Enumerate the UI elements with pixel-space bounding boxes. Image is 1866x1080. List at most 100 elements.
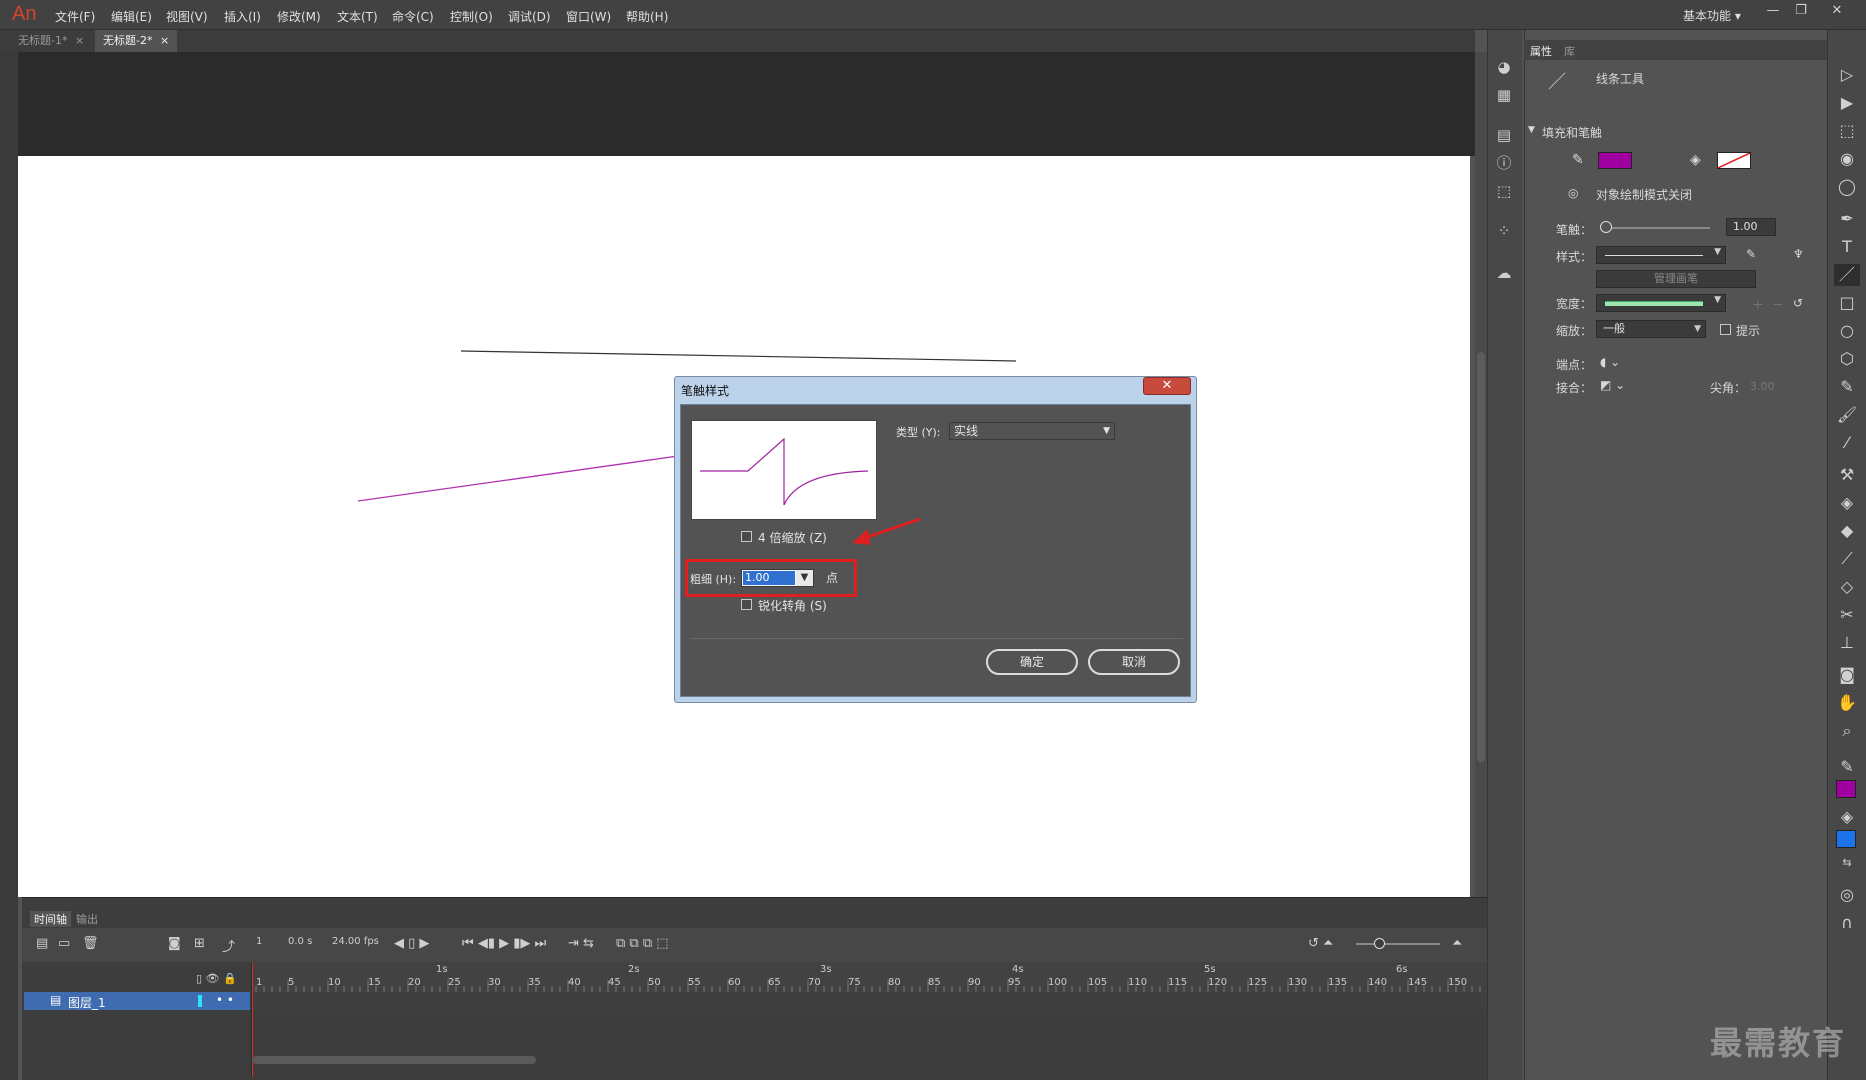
ink-bottle-icon[interactable]: ◆ [1834,520,1860,542]
eraser-icon[interactable]: ◇ [1834,576,1860,598]
brush-tool-icon[interactable]: ⁄ [1834,432,1860,454]
parent-view-icon[interactable]: ⊞ [194,936,205,951]
menu-window[interactable]: 窗口(W) [566,8,611,25]
snap-icon[interactable]: ◎ [1834,884,1860,906]
new-layer-icon[interactable]: ▤ [36,936,48,951]
3d-rotation-icon[interactable]: ◉ [1834,148,1860,170]
hand-tool-icon[interactable]: ✋ [1834,692,1860,714]
menu-modify[interactable]: 修改(M) [277,8,321,25]
hint-checkbox[interactable] [1720,324,1731,335]
polystar-tool-icon[interactable]: ⬡ [1834,348,1860,370]
cc-libraries-icon[interactable]: ☁ [1492,262,1516,284]
width-profile-select[interactable]: ▼ [1596,294,1726,312]
line-tool-icon[interactable]: ／ [1834,264,1860,286]
manage-brush-button[interactable]: 管理画笔 [1596,270,1756,288]
doc-tab-1[interactable]: 无标题-1* × [10,30,92,52]
tab-close-icon[interactable]: × [160,34,169,47]
onion-skin-icons[interactable]: ⧉ ⧉ ⧉ ⬚ [616,936,669,951]
purple-line[interactable] [357,455,679,502]
eyedropper-icon[interactable]: ⟋ [1834,548,1860,570]
camera-icon[interactable]: ◙ [168,936,181,951]
info-icon[interactable]: ⓘ [1492,152,1516,174]
swap-colors-icon[interactable]: ⇆ [1834,852,1860,874]
menu-view[interactable]: 视图(V) [166,8,208,25]
tab-close-icon[interactable]: × [75,34,84,47]
pencil-tool-icon[interactable]: ✎ [1834,376,1860,398]
layer-name[interactable]: 图层_1 [68,994,106,1011]
lasso-icon[interactable]: ◯ [1834,176,1860,198]
reset-width-icon[interactable]: ↺ [1793,296,1803,310]
dialog-close-button[interactable]: ✕ [1143,377,1191,395]
zoom-slider-thumb[interactable] [1374,938,1385,949]
stroke-color-tool-icon[interactable]: ✎ [1834,756,1860,778]
subselection-tool-icon[interactable]: ▷ [1834,64,1860,86]
tab-output[interactable]: 输出 [76,911,98,927]
fill-color-tool-icon[interactable]: ◈ [1834,806,1860,828]
remove-width-icon[interactable]: － [1772,296,1784,313]
section-chevron-icon[interactable]: ▼ [1528,125,1535,135]
stroke-color-swatch[interactable] [1598,152,1632,169]
close-window-button[interactable]: ✕ [1825,2,1849,22]
menu-help[interactable]: 帮助(H) [626,8,668,25]
menu-control[interactable]: 控制(O) [450,8,493,25]
text-tool-icon[interactable]: T [1834,236,1860,258]
camera-tool-icon[interactable]: ◙ [1834,664,1860,686]
restore-button[interactable]: ❐ [1789,2,1813,22]
frame-rate[interactable]: 24.00 fps [332,936,379,947]
swatches-icon[interactable]: ▦ [1492,84,1516,106]
thickness-input[interactable]: 1.00 [743,571,795,585]
tab-properties[interactable]: 属性 [1530,43,1552,59]
pin-tool-icon[interactable]: ⊥ [1834,632,1860,654]
motion-presets-icon[interactable]: ⁘ [1492,220,1516,242]
frames-row[interactable] [252,992,1487,1010]
rectangle-tool-icon[interactable]: □ [1834,292,1860,314]
undo-icon[interactable]: ↺ ⏶ [1308,936,1333,951]
cap-select[interactable]: ◖ ⌄ [1600,355,1620,369]
layer-visibility-dots[interactable]: • • [216,993,234,1007]
fill-color-swatch[interactable] [1717,152,1751,169]
stroke-slider[interactable] [1600,227,1710,229]
doc-tab-2[interactable]: 无标题-2* × [95,30,178,52]
cancel-button[interactable]: 取消 [1088,649,1180,675]
playback-controls[interactable]: ⏮ ◀▮ ▶ ▮▶ ⏭ [462,936,546,951]
miter-value[interactable]: 3.00 [1750,380,1775,393]
zoom-in-icon[interactable]: ⏶ [1452,936,1462,951]
brush-library-icon[interactable]: ♆ [1793,247,1804,261]
edit-stroke-icon[interactable]: ✎ [1746,247,1756,261]
minimize-button[interactable]: — [1761,2,1785,22]
scale-select[interactable]: 一般 ▼ [1596,320,1706,338]
zoom-slider[interactable] [1356,943,1440,945]
paint-bucket-tool-icon[interactable]: ◈ [1834,492,1860,514]
ok-button[interactable]: 确定 [986,649,1078,675]
zoom-4x-checkbox[interactable] [741,531,752,542]
prev-keyframe-icon[interactable]: ◀ ▯ ▶ [394,936,429,951]
paint-brush-icon[interactable]: 🖌 [1834,404,1860,426]
menu-edit[interactable]: 编辑(E) [111,8,152,25]
delete-layer-icon[interactable]: 🗑 [82,936,99,951]
pen-tool-icon[interactable]: ✒ [1834,208,1860,230]
bone-tool-icon[interactable]: ⚒ [1834,464,1860,486]
style-select[interactable]: ▼ [1596,246,1726,264]
object-draw-icon[interactable]: ◎ [1568,186,1578,200]
join-select[interactable]: ◩ ⌄ [1600,378,1625,392]
stroke-slider-thumb[interactable] [1600,221,1612,233]
menu-text[interactable]: 文本(T) [337,8,378,25]
graph-icon[interactable]: ⤴ [222,936,235,955]
thickness-dropdown-button[interactable]: ▼ [796,570,813,586]
type-select[interactable]: 实线 ▼ [949,422,1115,440]
oval-tool-icon[interactable]: ○ [1834,320,1860,342]
fill-color-chip[interactable] [1836,830,1856,848]
loop-icon[interactable]: ⇥ ⇆ [568,936,594,951]
menu-debug[interactable]: 调试(D) [508,8,551,25]
width-tool-icon[interactable]: ✂ [1834,604,1860,626]
menu-file[interactable]: 文件(F) [55,8,95,25]
transform-icon[interactable]: ⬚ [1492,180,1516,202]
menu-commands[interactable]: 命令(C) [392,8,434,25]
sharp-corners-checkbox[interactable] [741,599,752,610]
menu-insert[interactable]: 插入(I) [224,8,261,25]
outline-icon[interactable]: ▯ 👁 🔒 [196,972,237,985]
timeline-scrollbar[interactable] [252,1056,536,1064]
stroke-color-chip[interactable] [1836,780,1856,798]
color-panel-icon[interactable]: ◕ [1492,56,1516,78]
magnet-icon[interactable]: ∩ [1834,912,1860,934]
